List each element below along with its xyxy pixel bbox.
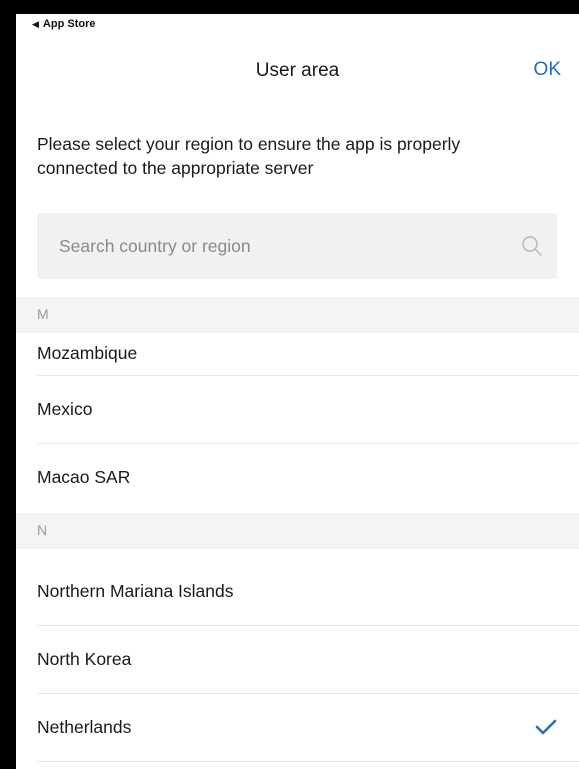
checkmark-icon <box>535 719 557 735</box>
list-item-label: Mozambique <box>37 343 138 363</box>
row-divider <box>37 761 579 762</box>
list-item-label: Netherlands <box>37 717 132 737</box>
list-item-northern-mariana-islands[interactable]: Northern Mariana Islands <box>16 558 579 626</box>
search-bar[interactable] <box>37 213 557 279</box>
ok-button[interactable]: OK <box>534 59 561 81</box>
section-letter: N <box>37 522 48 538</box>
list-item-macao-sar[interactable]: Macao SAR <box>16 444 579 512</box>
section-header-n: N <box>16 513 579 549</box>
list-item-mexico[interactable]: Mexico <box>16 376 579 444</box>
search-icon[interactable] <box>521 235 543 257</box>
back-to-app-store-link[interactable]: App Store <box>43 18 96 30</box>
list-item-label: North Korea <box>37 649 132 669</box>
list-item-mozambique[interactable]: Mozambique <box>16 328 579 376</box>
list-item-netherlands[interactable]: Netherlands <box>16 694 579 762</box>
navigation-bar: User area OK <box>16 50 579 90</box>
app-screen: ◀ App Store User area OK Please select y… <box>16 14 579 769</box>
search-input[interactable] <box>59 231 499 261</box>
page-title: User area <box>255 60 340 81</box>
list-item-north-korea[interactable]: North Korea <box>16 626 579 694</box>
back-arrow-icon: ◀ <box>32 18 39 29</box>
list-item-label: Macao SAR <box>37 467 131 487</box>
list-item-label: Mexico <box>37 399 93 419</box>
list-item-label: Northern Mariana Islands <box>37 581 234 601</box>
region-instructions: Please select your region to ensure the … <box>37 134 461 178</box>
section-letter: M <box>37 306 49 322</box>
status-bar[interactable]: ◀ App Store <box>16 14 95 34</box>
